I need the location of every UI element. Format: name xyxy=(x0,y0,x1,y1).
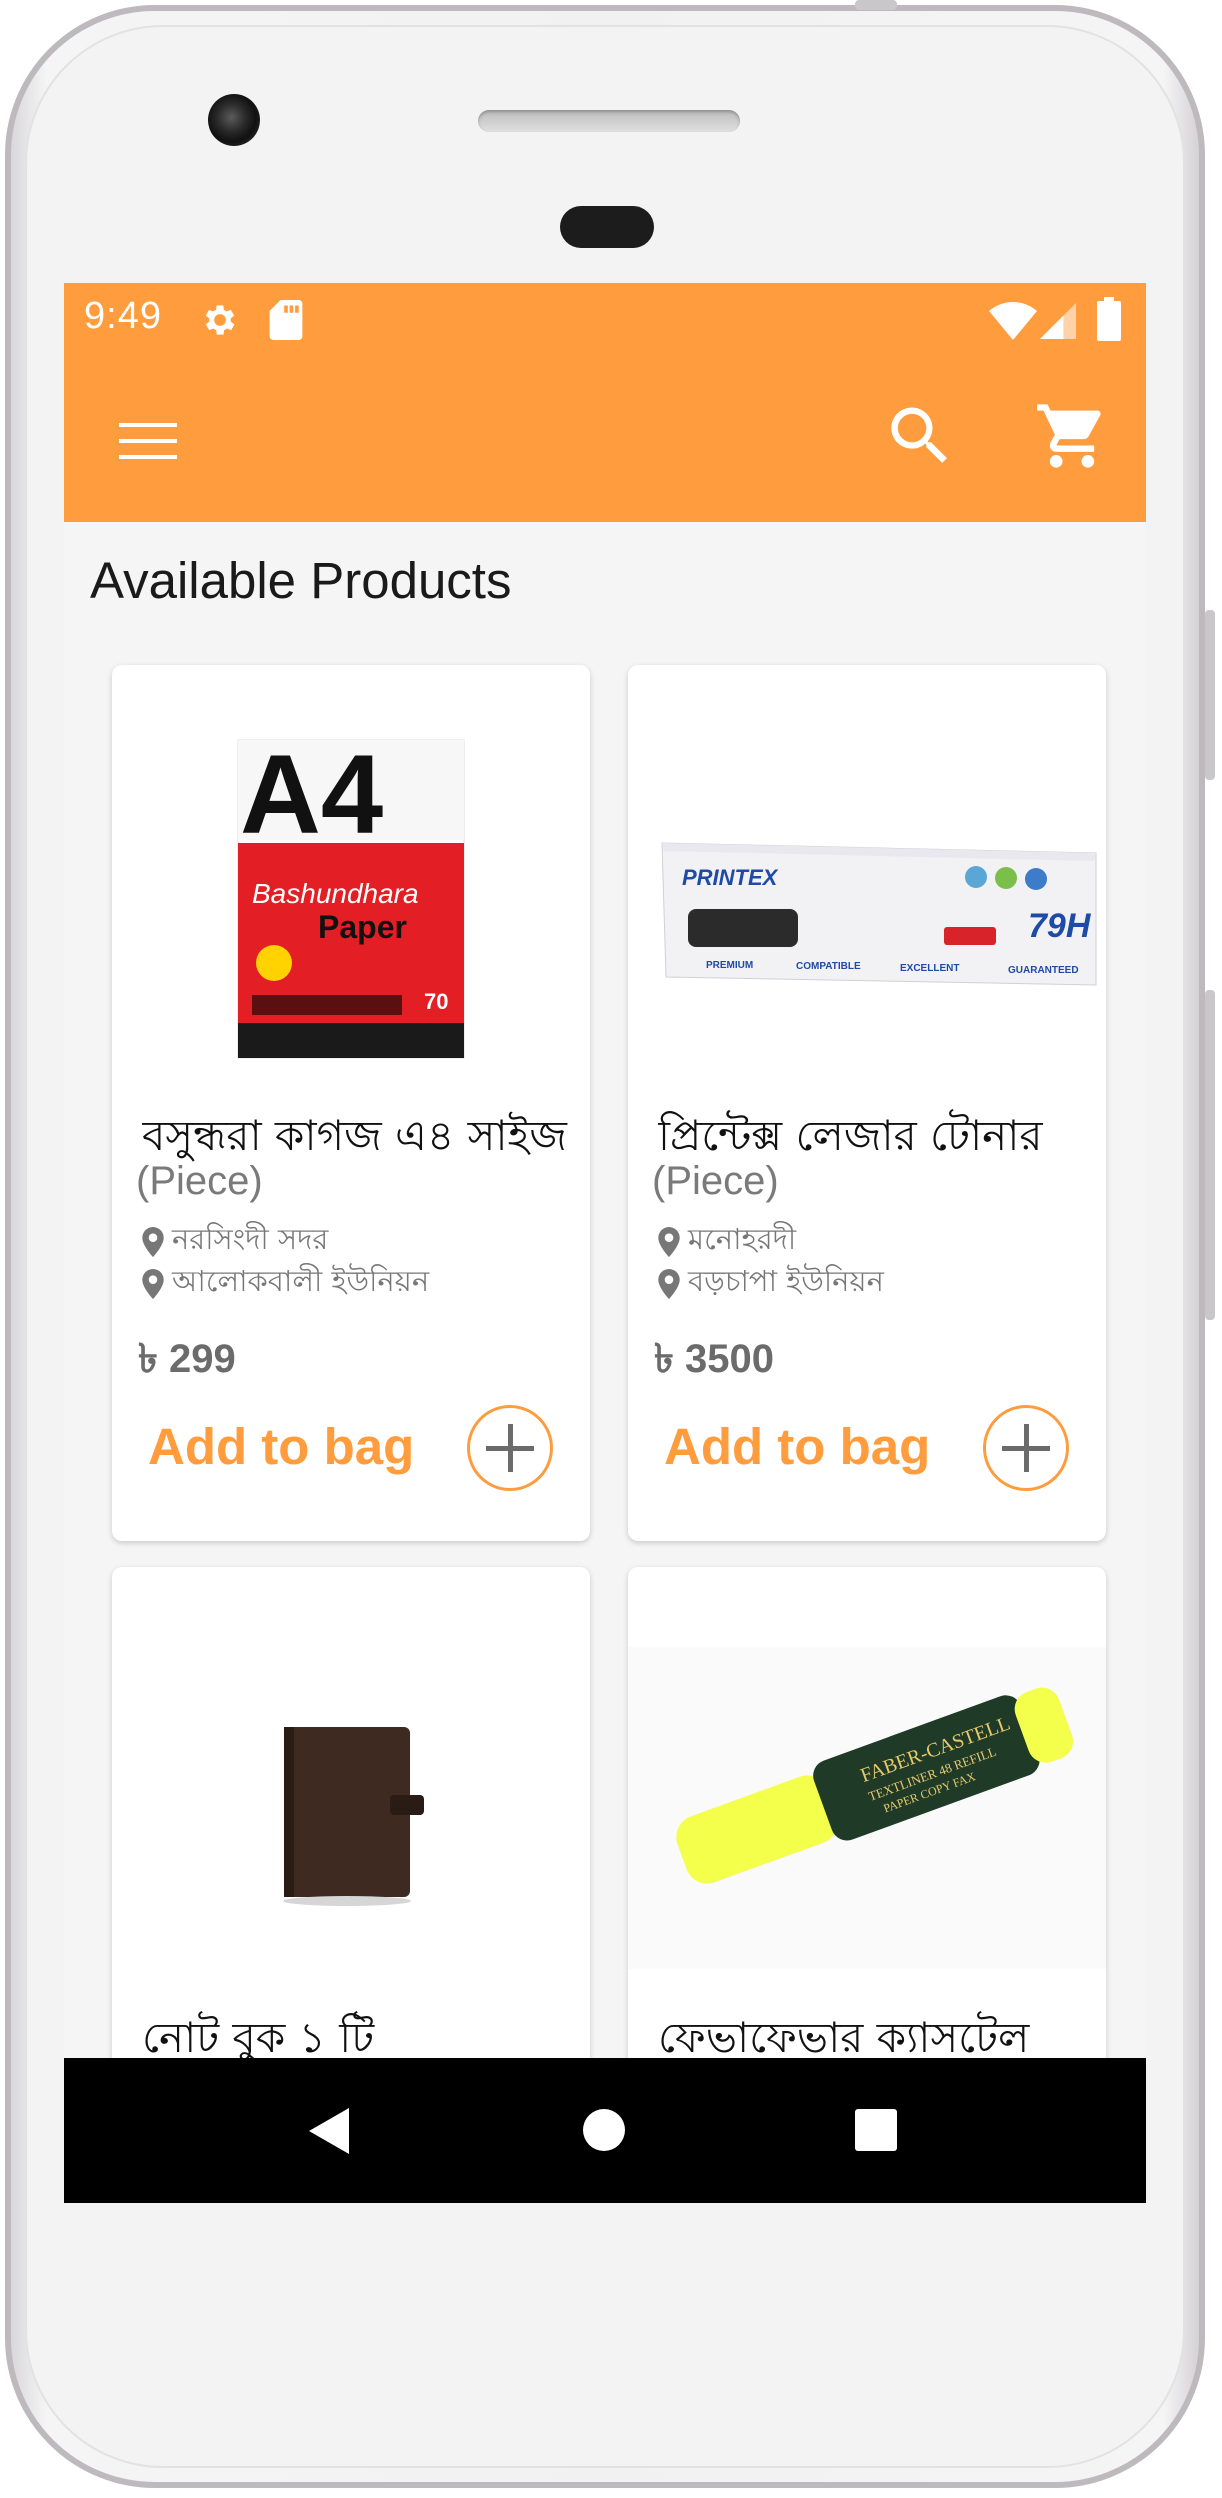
sd-card-icon xyxy=(269,300,303,340)
add-to-bag-button[interactable]: Add to bag xyxy=(148,1417,414,1476)
status-bar: 9:49 xyxy=(64,283,1146,356)
product-image-a4-paper: A4 Bashundhara Paper 70 xyxy=(112,665,590,1085)
wifi-icon xyxy=(989,302,1037,340)
recents-icon[interactable] xyxy=(854,2108,898,2152)
svg-text:PRINTEX: PRINTEX xyxy=(682,865,779,890)
svg-text:Bashundhara: Bashundhara xyxy=(252,878,419,909)
location-text: আলোকবালী ইউনিয়ন xyxy=(172,1264,430,1298)
product-price: ৳ 299 xyxy=(138,1337,236,1381)
proximity-sensor xyxy=(560,206,654,248)
settings-icon xyxy=(205,305,235,335)
home-icon[interactable] xyxy=(582,2108,626,2152)
power-button-top xyxy=(855,0,897,10)
plus-icon xyxy=(1002,1424,1050,1472)
svg-text:PREMIUM: PREMIUM xyxy=(706,960,753,971)
svg-text:EXCELLENT: EXCELLENT xyxy=(900,963,959,974)
product-card[interactable]: A4 Bashundhara Paper 70 বসুন্ধরা কাগজ এ৪… xyxy=(112,665,590,1541)
svg-text:79H: 79H xyxy=(1028,907,1092,945)
location-pin-icon xyxy=(142,1268,164,1299)
product-image-notebook xyxy=(112,1567,590,1987)
back-icon[interactable] xyxy=(307,2106,351,2156)
menu-icon[interactable] xyxy=(119,421,179,461)
svg-text:Paper: Paper xyxy=(318,909,407,945)
product-card[interactable]: PRINTEX 79H PREMIUM COMPATIBLE EXCELLENT… xyxy=(628,665,1106,1541)
svg-text:70: 70 xyxy=(424,989,448,1014)
app-toolbar xyxy=(64,356,1146,522)
a4-title: A4 xyxy=(240,732,383,857)
add-to-bag-button[interactable]: Add to bag xyxy=(664,1417,930,1476)
product-location-union: বড়চাপা ইউনিয়ন xyxy=(656,1259,884,1308)
front-camera xyxy=(208,94,260,146)
app-screen: 9:49 Available Products A4 Bashundhara P… xyxy=(64,283,1146,2203)
signal-icon xyxy=(1040,303,1076,339)
svg-text:COMPATIBLE: COMPATIBLE xyxy=(796,961,861,972)
svg-text:GUARANTEED: GUARANTEED xyxy=(1008,965,1079,976)
location-text: বড়চাপা ইউনিয়ন xyxy=(688,1264,884,1298)
product-unit: (Piece) xyxy=(652,1159,779,1203)
location-pin-icon xyxy=(142,1226,164,1257)
location-pin-icon xyxy=(658,1268,680,1299)
battery-icon xyxy=(1097,297,1121,341)
cart-icon[interactable] xyxy=(1034,398,1110,474)
location-pin-icon xyxy=(658,1226,680,1257)
product-unit: (Piece) xyxy=(136,1159,263,1203)
product-image-toner: PRINTEX 79H PREMIUM COMPATIBLE EXCELLENT… xyxy=(628,665,1106,1085)
side-button-volume xyxy=(1205,990,1215,1320)
add-plus-button[interactable] xyxy=(467,1405,553,1491)
search-icon[interactable] xyxy=(882,398,958,474)
earpiece-speaker xyxy=(478,110,740,132)
system-nav-bar xyxy=(64,2058,1146,2203)
status-time: 9:49 xyxy=(84,295,162,337)
plus-icon xyxy=(486,1424,534,1472)
side-button-power xyxy=(1205,610,1215,780)
product-image-highlighter: FABER-CASTELL TEXTLINER 48 REFILL PAPER … xyxy=(628,1567,1106,1987)
product-location-union: আলোকবালী ইউনিয়ন xyxy=(140,1259,429,1308)
add-plus-button[interactable] xyxy=(983,1405,1069,1491)
section-title: Available Products xyxy=(90,552,512,609)
product-price: ৳ 3500 xyxy=(654,1337,775,1381)
